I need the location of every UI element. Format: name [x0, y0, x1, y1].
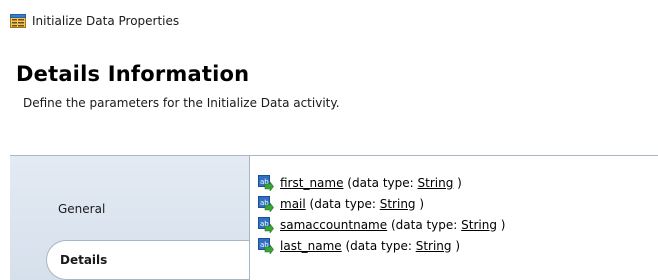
- parameter-icon: ab: [258, 174, 274, 191]
- property-type-suffix: ): [415, 196, 425, 211]
- property-name-link[interactable]: first_name: [280, 176, 343, 190]
- list-item: ab first_name (data type: String ): [258, 172, 658, 193]
- property-name-link[interactable]: mail: [280, 197, 306, 211]
- property-type-link[interactable]: String: [418, 176, 454, 190]
- parameter-icon: ab: [258, 216, 274, 233]
- tab-general-label: General: [58, 202, 106, 216]
- window-titlebar: Initialize Data Properties: [10, 12, 179, 30]
- page-title: Details Information: [16, 62, 250, 86]
- window-title: Initialize Data Properties: [32, 14, 180, 28]
- property-type-link[interactable]: String: [380, 197, 416, 211]
- property-list: ab first_name (data type: String ) ab ma…: [258, 172, 658, 256]
- property-type-link[interactable]: String: [416, 239, 452, 253]
- property-type-prefix: (data type:: [387, 217, 462, 232]
- page-description: Define the parameters for the Initialize…: [23, 96, 340, 110]
- property-type-suffix: ): [451, 238, 461, 253]
- parameter-icon: ab: [258, 195, 274, 212]
- properties-window-icon: [10, 14, 26, 28]
- property-type-prefix: (data type:: [305, 196, 380, 211]
- panel-divider: [249, 156, 250, 280]
- parameter-icon: ab: [258, 237, 274, 254]
- property-type-suffix: ): [496, 217, 506, 232]
- property-name-link[interactable]: last_name: [280, 239, 342, 253]
- tab-details-label: Details: [60, 253, 108, 267]
- tab-details[interactable]: Details: [46, 240, 250, 280]
- properties-panel: General Details ab first_name (data type…: [10, 155, 658, 280]
- tab-list: General Details: [10, 156, 250, 280]
- property-name-link[interactable]: samaccountname: [280, 218, 387, 232]
- list-item: ab samaccountname (data type: String ): [258, 214, 658, 235]
- tab-general[interactable]: General: [10, 194, 249, 224]
- list-item: ab last_name (data type: String ): [258, 235, 658, 256]
- list-item: ab mail (data type: String ): [258, 193, 658, 214]
- property-type-prefix: (data type:: [343, 175, 418, 190]
- property-type-prefix: (data type:: [341, 238, 416, 253]
- property-type-link[interactable]: String: [461, 218, 497, 232]
- property-type-suffix: ): [453, 175, 462, 190]
